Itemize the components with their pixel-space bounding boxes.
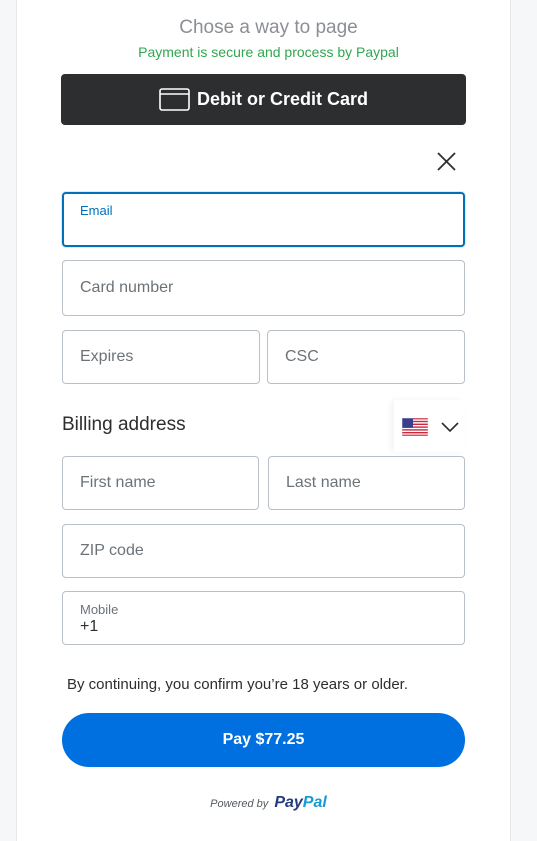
powered-by-paypal: Powered by PayPal (0, 794, 537, 812)
billing-address-title: Billing address (62, 414, 186, 435)
credit-card-icon (159, 88, 190, 111)
last-name-placeholder: Last name (286, 474, 361, 491)
mobile-field[interactable]: Mobile +1 (62, 591, 465, 645)
mobile-value: +1 (80, 618, 99, 635)
mobile-label: Mobile (80, 602, 119, 617)
paypal-logo-pay: Pay (274, 794, 303, 811)
email-label: Email (80, 203, 113, 218)
close-icon[interactable] (434, 149, 458, 173)
card-button-label: Debit or Credit Card (196, 89, 369, 109)
powered-by-text: Powered by (210, 798, 269, 810)
age-confirmation-text: By continuing, you confirm you’re 18 yea… (67, 676, 409, 693)
expires-field[interactable]: Expires (62, 330, 260, 384)
csc-field[interactable]: CSC (267, 330, 465, 384)
card-number-placeholder: Card number (80, 279, 174, 296)
paypal-logo-pal: Pal (302, 794, 327, 811)
email-field[interactable]: Email (62, 192, 465, 247)
page-title: Chose a way to page (179, 17, 358, 38)
zip-code-field[interactable]: ZIP code (62, 524, 465, 578)
country-select[interactable] (394, 400, 464, 452)
zip-code-placeholder: ZIP code (80, 542, 144, 559)
last-name-field[interactable]: Last name (268, 456, 465, 510)
pay-button[interactable]: Pay $77.25 (62, 713, 465, 767)
expires-placeholder: Expires (80, 348, 134, 365)
us-flag-icon (401, 417, 429, 441)
chevron-down-icon (441, 420, 459, 438)
debit-credit-card-button[interactable]: Debit or Credit Card (61, 74, 466, 125)
card-number-field[interactable]: Card number (62, 260, 465, 316)
first-name-field[interactable]: First name (62, 456, 259, 510)
first-name-placeholder: First name (80, 474, 156, 491)
paypal-logo: PayPal (274, 794, 326, 811)
csc-placeholder: CSC (285, 348, 319, 365)
secure-payment-note: Payment is secure and process by Paypal (138, 44, 399, 60)
